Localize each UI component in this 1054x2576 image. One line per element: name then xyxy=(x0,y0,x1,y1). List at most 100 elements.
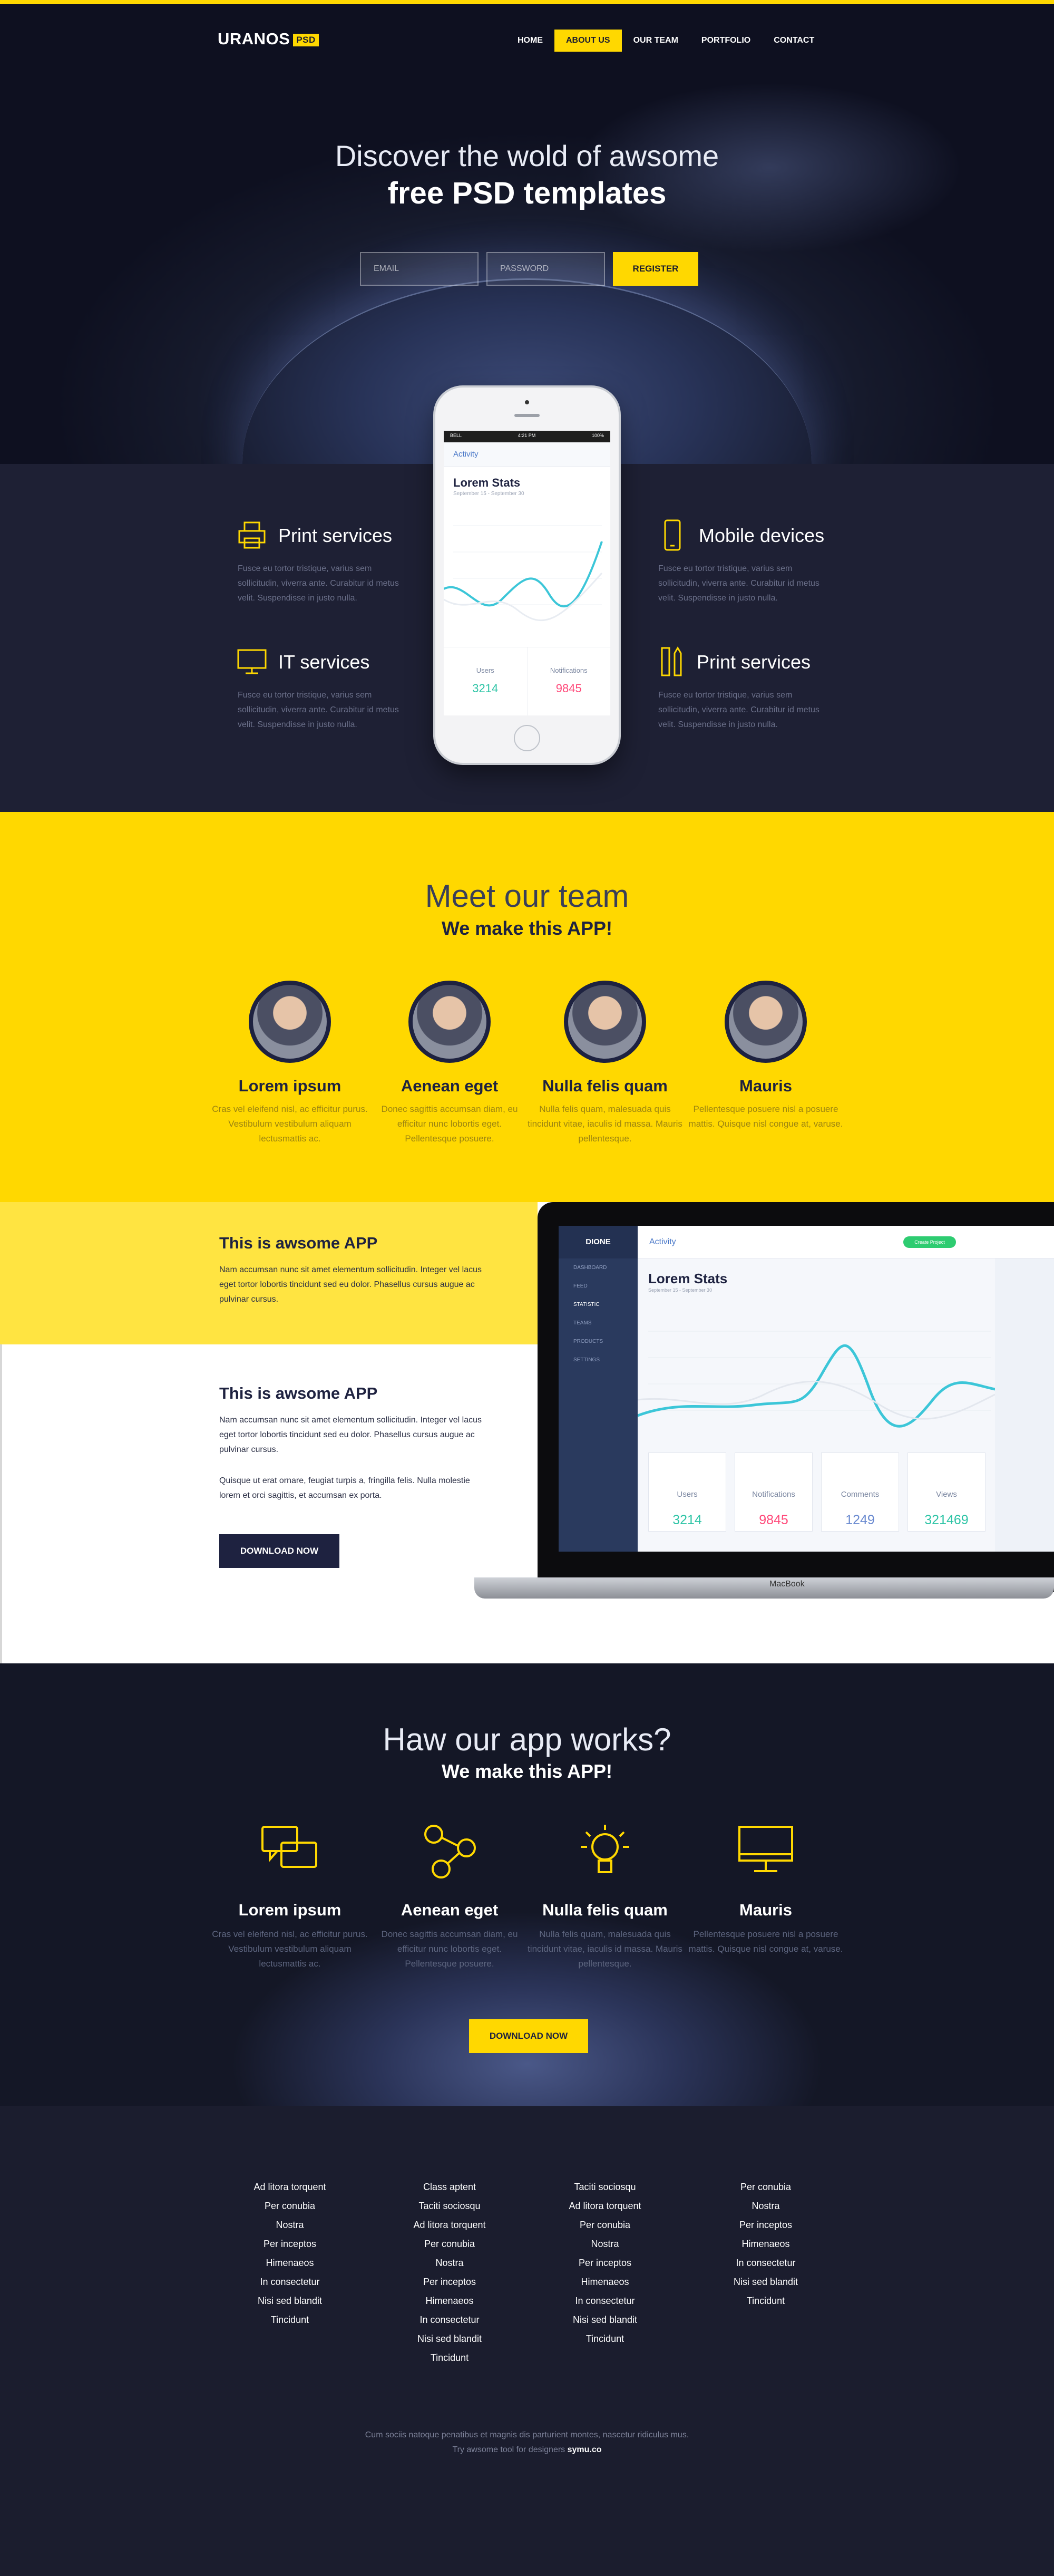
battery: 100% xyxy=(591,433,604,438)
footer-link[interactable]: Himenaeos xyxy=(211,2253,369,2272)
chart-line xyxy=(444,541,603,608)
password-field[interactable]: PASSWORD xyxy=(486,252,605,286)
footer-link[interactable]: In consectetur xyxy=(211,2272,369,2291)
works-title: Haw our app works? xyxy=(383,1722,671,1757)
nav-about-us[interactable]: ABOUT US xyxy=(554,30,622,52)
footer-link[interactable]: Taciti sociosqu xyxy=(526,2177,684,2196)
footer-link[interactable]: Nostra xyxy=(370,2253,529,2272)
logo-badge: PSD xyxy=(293,34,319,46)
download-button[interactable]: DOWNLOAD NOW xyxy=(219,1534,339,1568)
nav-our-team[interactable]: OUR TEAM xyxy=(622,30,690,52)
monitor-icon xyxy=(738,1826,793,1872)
footer-column: Taciti sociosqu Ad litora torquent Per con… xyxy=(526,2177,684,2348)
metric-notifications: Notifications 9845 xyxy=(526,647,610,715)
laptop-mockup: DIONE DASHBOARD FEED STATISTIC TEAMS PRO… xyxy=(538,1202,1054,1592)
works-step: Mauris Pellentesque posuere nisl a posuer… xyxy=(687,1822,845,1957)
step-text: Cras vel eleifend nisl, ac efficitur pur… xyxy=(212,1929,368,1969)
register-button[interactable]: REGISTER xyxy=(613,252,698,286)
app-title: This is awsome APP xyxy=(219,1384,378,1402)
footer-link[interactable]: Per inceptos xyxy=(211,2234,369,2253)
laptop-stats-dates: September 15 - September 30 xyxy=(648,1287,713,1293)
footer-link[interactable]: Per inceptos xyxy=(370,2272,529,2291)
hero-headline: Discover the wold of awsome xyxy=(335,139,719,172)
footer-link[interactable]: In consectetur xyxy=(687,2253,845,2272)
nav-contact[interactable]: CONTACT xyxy=(762,30,826,52)
app-title: This is awsome APP xyxy=(219,1234,378,1252)
logo[interactable]: URANOS PSD xyxy=(218,30,319,49)
step-title: Nulla felis quam xyxy=(542,1901,668,1919)
footer-link[interactable]: Himenaeos xyxy=(370,2291,529,2310)
metric-label: Users xyxy=(476,666,494,674)
app-text: Quisque ut erat ornare, feugiat turpis a… xyxy=(219,1476,470,1500)
member-text: Nulla felis quam, malesuada quis tincidu… xyxy=(528,1104,682,1144)
footer-link[interactable]: Tincidunt xyxy=(370,2348,529,2367)
footer-link[interactable]: Nostra xyxy=(687,2196,845,2215)
service-text: Fusce eu tortor tristique, varius sem so… xyxy=(238,564,399,603)
service-text: Fusce eu tortor tristique, varius sem so… xyxy=(658,691,819,729)
clock: 4:21 PM xyxy=(518,433,536,438)
metric-value: 3214 xyxy=(672,1513,702,1527)
footer-link[interactable]: Taciti sociosqu xyxy=(370,2196,529,2215)
main-nav: HOME ABOUT US OUR TEAM PORTFOLIO CONTACT xyxy=(506,30,826,52)
metric-users: Users 3214 xyxy=(648,1452,726,1532)
footer-link[interactable]: Per conubia xyxy=(526,2215,684,2234)
footer-link[interactable]: Ad litora torquent xyxy=(211,2177,369,2196)
footer-link[interactable]: Per inceptos xyxy=(526,2253,684,2272)
metric-comments: Comments 1249 xyxy=(821,1452,899,1532)
member-name: Nulla felis quam xyxy=(542,1077,668,1095)
laptop-brand: DIONE xyxy=(559,1226,638,1258)
logo-text: URANOS xyxy=(218,30,290,48)
footer-link[interactable]: Nostra xyxy=(211,2215,369,2234)
sidebar-item-products: PRODUCTS xyxy=(573,1339,603,1344)
metric-value: 3214 xyxy=(472,682,499,695)
copyright-brand[interactable]: symu.co xyxy=(568,2445,602,2454)
phone-screen: BELL 4:21 PM 100% Activity Lorem Stats Sep… xyxy=(444,431,610,715)
works-step: Nulla felis quam Nulla felis quam, malesu… xyxy=(526,1822,684,1971)
footer-link[interactable]: Per conubia xyxy=(687,2177,845,2196)
copyright-line: Try awsome tool for designers symu.co xyxy=(0,2443,1054,2457)
footer-link[interactable]: Himenaeos xyxy=(526,2272,684,2291)
footer-link[interactable]: In consectetur xyxy=(526,2291,684,2310)
footer-link[interactable]: Ad litora torquent xyxy=(526,2196,684,2215)
footer-link[interactable]: Nostra xyxy=(526,2234,684,2253)
laptop-app-bar: Activity xyxy=(638,1226,1054,1258)
member-name: Lorem ipsum xyxy=(238,1077,341,1095)
pencil-ruler-icon xyxy=(661,646,682,676)
chat-icon xyxy=(261,1826,317,1868)
phone-status-bar: BELL 4:21 PM 100% xyxy=(444,431,610,442)
metric-label: Views xyxy=(936,1490,957,1499)
footer-link[interactable]: Nisi sed blandit xyxy=(370,2329,529,2348)
phone-chart xyxy=(444,525,603,622)
footer-link[interactable]: Per inceptos xyxy=(687,2215,845,2234)
laptop-chart xyxy=(638,1331,995,1428)
footer-link[interactable]: Nisi sed blandit xyxy=(211,2291,369,2310)
footer-link[interactable]: Himenaeos xyxy=(687,2234,845,2253)
footer-link[interactable]: Tincidunt xyxy=(526,2329,684,2348)
metric-value: 321469 xyxy=(924,1513,969,1527)
team-title: Meet our team xyxy=(425,878,629,914)
nav-portfolio[interactable]: PORTFOLIO xyxy=(690,30,762,52)
footer-column: Per conubia Nostra Per inceptos Himenaeos In… xyxy=(687,2177,845,2310)
footer-link[interactable]: Per conubia xyxy=(370,2234,529,2253)
top-accent-bar xyxy=(0,0,1054,4)
email-field[interactable]: EMAIL xyxy=(360,252,479,286)
footer-link[interactable]: Class aptent xyxy=(370,2177,529,2196)
footer-link[interactable]: Ad litora torquent xyxy=(370,2215,529,2234)
member-text: Donec sagittis accumsan diam, eu efficit… xyxy=(381,1104,518,1144)
footer-link[interactable]: In consectetur xyxy=(370,2310,529,2329)
sidebar-item-statistic: STATISTIC xyxy=(573,1302,600,1308)
phone-app-bar: Activity xyxy=(444,442,610,467)
nav-home[interactable]: HOME xyxy=(506,30,554,52)
hero-subheadline: free PSD templates xyxy=(387,176,667,210)
create-project-button: Create Project xyxy=(903,1236,956,1248)
page: URANOS PSD HOME ABOUT US OUR TEAM PORTFOL… xyxy=(0,0,1054,2576)
footer-link[interactable]: Nisi sed blandit xyxy=(687,2272,845,2291)
footer-link[interactable]: Per conubia xyxy=(211,2196,369,2215)
phone-speaker xyxy=(514,414,540,417)
download-button[interactable]: DOWNLOAD NOW xyxy=(469,2019,588,2053)
footer-link[interactable]: Tincidunt xyxy=(687,2291,845,2310)
step-text: Nulla felis quam, malesuada quis tincidu… xyxy=(528,1929,682,1969)
member-name: Mauris xyxy=(739,1077,792,1095)
footer-link[interactable]: Tincidunt xyxy=(211,2310,369,2329)
footer-link[interactable]: Nisi sed blandit xyxy=(526,2310,684,2329)
